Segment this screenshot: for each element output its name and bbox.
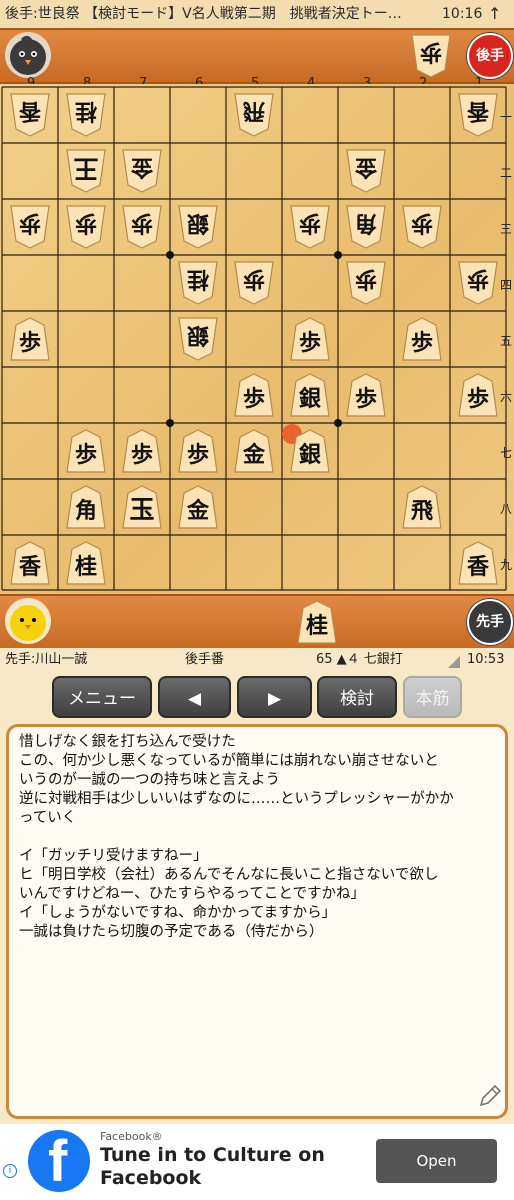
sente-player-name: 先手:川山一誠 <box>5 652 88 667</box>
rank-label: 四 <box>500 278 513 292</box>
sente-piece[interactable]: 銀 <box>289 428 331 474</box>
gote-piece[interactable]: 金 <box>121 148 163 194</box>
status-bar: 後手:世良祭 【検討モード】V名人戦第二期 挑戦者決定トー… 10:16 ↑ <box>0 0 514 28</box>
sente-piece[interactable]: 歩 <box>457 372 499 418</box>
current-move: 65 ▲４ 七銀打 <box>316 652 403 667</box>
turn-indicator: 後手番 <box>185 652 225 667</box>
gote-piece[interactable]: 銀 <box>177 316 219 362</box>
sente-piece[interactable]: 歩 <box>9 316 51 362</box>
comment-line: この、何か少し悪くなっているが簡単には崩れない崩させないと <box>19 753 439 769</box>
comment-line: 一誠は負けたら切腹の予定である（侍だから） <box>19 924 324 940</box>
sente-piece[interactable]: 歩 <box>177 428 219 474</box>
ad-info-icon[interactable]: i <box>3 1164 17 1178</box>
ad-open-button[interactable]: Open <box>376 1139 497 1183</box>
sente-piece[interactable]: 金 <box>233 428 275 474</box>
sente-piece[interactable]: 香 <box>9 540 51 586</box>
comment-line <box>19 828 495 847</box>
mainline-button[interactable]: 本筋 <box>403 676 462 718</box>
rank-label: 九 <box>500 558 513 572</box>
upload-arrow-icon[interactable]: ↑ <box>488 0 501 28</box>
rank-label: 一 <box>500 110 513 124</box>
rank-label: 七 <box>500 446 513 460</box>
gote-piece[interactable]: 香 <box>457 92 499 138</box>
comment-line: イ「ガッチリ受けますねー」 <box>19 848 208 864</box>
yellow-chick-icon[interactable] <box>5 598 51 644</box>
analyze-button[interactable]: 検討 <box>317 676 397 718</box>
game-title: 後手:世良祭 【検討モード】V名人戦第二期 挑戦者決定トー… <box>5 6 402 22</box>
sente-piece[interactable]: 歩 <box>233 372 275 418</box>
gote-piece[interactable]: 銀 <box>177 204 219 250</box>
comment-line: 逆に対戦相手は少しいいはずなのに……というプレッシャーがかか <box>19 791 454 807</box>
gote-piece[interactable]: 歩 <box>121 204 163 250</box>
gote-piece[interactable]: 角 <box>345 204 387 250</box>
sente-piece[interactable]: 香 <box>457 540 499 586</box>
move-time: 10:53 <box>467 652 505 667</box>
rank-label: 三 <box>500 222 513 236</box>
sente-piece[interactable]: 銀 <box>289 372 331 418</box>
gote-piece[interactable]: 桂 <box>177 260 219 306</box>
gote-hand-pawn[interactable]: 歩 <box>410 33 452 79</box>
sente-piece[interactable]: 角 <box>65 484 107 530</box>
signal-icon <box>448 656 460 668</box>
sente-badge: 先手 <box>467 599 513 645</box>
gote-piece[interactable]: 歩 <box>345 260 387 306</box>
black-bird-icon[interactable] <box>5 32 51 78</box>
comment-line: イ「しょうがないですね、命かかってますから」 <box>19 905 337 921</box>
gote-piece[interactable]: 歩 <box>233 260 275 306</box>
gote-piece[interactable]: 金 <box>345 148 387 194</box>
game-info-bar: 先手:川山一誠 後手番 65 ▲４ 七銀打 10:53 <box>0 648 514 672</box>
rank-label: 二 <box>500 166 513 180</box>
sente-piece[interactable]: 桂 <box>65 540 107 586</box>
gote-piece[interactable]: 歩 <box>457 260 499 306</box>
sente-piece[interactable]: 歩 <box>345 372 387 418</box>
comment-line: っていく <box>19 810 77 826</box>
comment-line: ヒ「明日学校（会社）あるんでそんなに長いこと指さないで欲し <box>19 867 439 883</box>
sente-piece[interactable]: 金 <box>177 484 219 530</box>
sente-hand-knight[interactable]: 桂 <box>296 599 338 645</box>
ad-banner[interactable]: i f Facebook® Tune in to Culture on Face… <box>0 1124 514 1200</box>
comment-line: 惜しげなく銀を打ち込んで受けた <box>19 734 236 750</box>
gote-piece[interactable]: 王 <box>65 148 107 194</box>
sente-komadai: 桂 先手 <box>0 594 514 650</box>
gote-piece[interactable]: 桂 <box>65 92 107 138</box>
gote-piece[interactable]: 歩 <box>9 204 51 250</box>
facebook-logo-icon[interactable]: f <box>28 1129 90 1194</box>
gote-piece[interactable]: 飛 <box>233 92 275 138</box>
ad-headline[interactable]: Tune in to Culture on Facebook <box>100 1144 360 1190</box>
rank-label: 五 <box>500 334 513 348</box>
ad-advertiser: Facebook® <box>100 1130 163 1143</box>
gote-piece[interactable]: 香 <box>9 92 51 138</box>
previous-move-button[interactable]: ◀ <box>158 676 231 718</box>
gote-piece[interactable]: 歩 <box>289 204 331 250</box>
menu-button[interactable]: メニュー <box>52 676 152 718</box>
comment-line: いうのが一誠の一つの持ち味と言えよう <box>19 772 280 788</box>
sente-piece[interactable]: 歩 <box>289 316 331 362</box>
sente-piece[interactable]: 歩 <box>121 428 163 474</box>
gote-piece[interactable]: 歩 <box>65 204 107 250</box>
gote-badge: 後手 <box>467 33 513 79</box>
next-move-button[interactable]: ▶ <box>237 676 312 718</box>
pencil-icon[interactable] <box>477 1083 503 1109</box>
clock: 10:16 <box>442 6 483 22</box>
comment-box[interactable]: 惜しげなく銀を打ち込んで受けた この、何か少し悪くなっているが簡単には崩れない崩… <box>6 724 508 1119</box>
sente-piece[interactable]: 飛 <box>401 484 443 530</box>
sente-piece[interactable]: 玉 <box>121 484 163 530</box>
gote-piece[interactable]: 歩 <box>401 204 443 250</box>
sente-piece[interactable]: 歩 <box>401 316 443 362</box>
sente-piece[interactable]: 歩 <box>65 428 107 474</box>
rank-label: 六 <box>500 390 513 404</box>
rank-label: 八 <box>500 502 513 516</box>
comment-line: いんですけどねー、ひたすらやるってことですかね」 <box>19 886 365 902</box>
